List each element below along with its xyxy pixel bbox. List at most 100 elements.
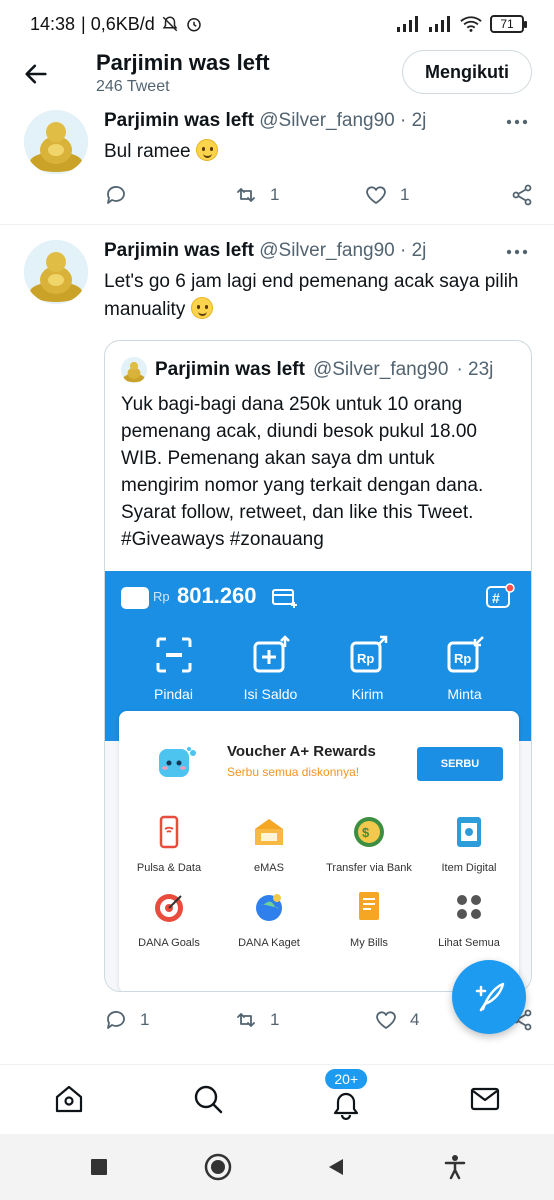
divider xyxy=(0,224,554,225)
topup-menu-item: Isi Saldo xyxy=(231,635,311,702)
notifications-badge: 20+ xyxy=(323,1066,370,1091)
retweet-button[interactable]: 1 xyxy=(234,1008,374,1032)
following-button[interactable]: Mengikuti xyxy=(402,50,532,94)
service-emas: eMAS xyxy=(219,815,319,874)
signal-icon-2 xyxy=(429,16,450,32)
bills-icon xyxy=(359,892,379,920)
heart-icon xyxy=(376,1011,396,1029)
svg-text:#: # xyxy=(492,590,500,606)
alarm-icon xyxy=(187,18,201,32)
nav-search[interactable] xyxy=(178,1069,238,1129)
reply-button[interactable] xyxy=(104,183,234,207)
tweet-text: Bul ramee xyxy=(104,138,534,166)
status-bar: 14:38 | 0,6KB/d 71 xyxy=(0,0,554,48)
author-handle: @Silver_fang90 xyxy=(259,110,395,131)
quoted-author-handle: @Silver_fang90 xyxy=(312,359,449,380)
tweet[interactable]: Parjimin was left @Silver_fang90 · 2j Bu… xyxy=(0,110,554,224)
dana-services-card: Voucher A+ Rewards Serbu semua diskonnya… xyxy=(119,711,519,991)
quoted-tweet-time: · 23j xyxy=(456,359,494,380)
author-handle: @Silver_fang90 xyxy=(259,240,395,261)
smile-emoji-icon xyxy=(190,297,213,319)
header-title-block: Parjimin was left 246 Tweet xyxy=(96,50,270,96)
more-options-icon[interactable] xyxy=(504,112,530,132)
voucher-title: Voucher A+ Rewards xyxy=(227,743,376,760)
share-button[interactable] xyxy=(510,183,534,207)
currency-label: Rp xyxy=(153,589,170,604)
phone-icon xyxy=(159,815,179,849)
reply-icon xyxy=(107,186,125,204)
like-button[interactable]: 1 xyxy=(364,183,494,207)
profile-header: Parjimin was left 246 Tweet Mengikuti xyxy=(0,48,554,104)
compose-feather-icon xyxy=(475,982,505,1012)
nav-messages[interactable] xyxy=(455,1069,515,1129)
tweet-header: Parjimin was left @Silver_fang90 · 2j xyxy=(104,110,534,132)
service-see-all: Lihat Semua xyxy=(419,890,519,949)
nav-home[interactable] xyxy=(39,1069,99,1129)
retweet-button[interactable]: 1 xyxy=(234,183,364,207)
wifi-icon xyxy=(460,16,482,32)
svg-text:Rp: Rp xyxy=(454,651,471,666)
mute-icon xyxy=(162,16,178,32)
dana-logo-icon xyxy=(121,587,149,609)
tweet-image[interactable]: Rp 801.260 # Pindai Isi Saldo Rp Kirim R… xyxy=(105,571,531,991)
gold-icon xyxy=(255,819,283,845)
tweet-header: Parjimin was left @Silver_fang90 · 2j xyxy=(104,240,534,262)
tweet-time: · 2j xyxy=(400,240,427,261)
card-plus-icon xyxy=(272,589,297,608)
avatar[interactable] xyxy=(24,240,88,304)
service-my-bills: My Bills xyxy=(319,890,419,949)
service-transfer-bank: $ Transfer via Bank xyxy=(319,815,419,874)
retweet-icon xyxy=(237,1013,255,1027)
send-money-icon: Rp xyxy=(350,635,387,673)
quoted-tweet-text: Yuk bagi-bagi dana 250k untuk 10 orang p… xyxy=(121,394,484,550)
mail-icon xyxy=(470,1087,499,1110)
like-count: 1 xyxy=(400,185,410,204)
reply-icon xyxy=(107,1011,125,1029)
nav-notifications[interactable]: 20+ xyxy=(316,1066,376,1129)
like-count: 4 xyxy=(410,1010,420,1029)
digital-item-icon xyxy=(457,817,481,847)
bank-transfer-icon: $ xyxy=(354,817,384,847)
tweet-text: Let's go 6 jam lagi end pemenang acak sa… xyxy=(104,271,519,320)
bottom-navigation: 20+ xyxy=(0,1064,554,1132)
author-name[interactable]: Parjimin was left xyxy=(104,110,254,131)
svg-text:Rp: Rp xyxy=(357,651,374,666)
balance-value: 801.260 xyxy=(177,583,257,608)
accessibility-icon xyxy=(444,1155,465,1180)
scan-icon xyxy=(156,637,191,673)
battery-icon: 71 xyxy=(490,15,527,33)
quoted-tweet[interactable]: Parjimin was left @Silver_fang90 · 23j Y… xyxy=(104,340,532,992)
service-dana-kaget: DANA Kaget xyxy=(219,890,319,949)
voucher-mascot-icon xyxy=(159,747,196,777)
recents-button[interactable] xyxy=(84,1152,114,1182)
system-navigation-bar xyxy=(0,1134,554,1200)
compose-tweet-button[interactable] xyxy=(452,960,526,1034)
grid-icon xyxy=(457,895,481,919)
quoted-tweet-header: Parjimin was left @Silver_fang90 · 23j xyxy=(121,357,493,383)
page-title: Parjimin was left xyxy=(96,50,270,75)
scan-menu-item: Pindai xyxy=(134,635,214,702)
request-money-icon: Rp xyxy=(447,636,484,673)
recents-square-icon xyxy=(91,1159,108,1175)
avatar[interactable] xyxy=(24,110,88,174)
home-button[interactable] xyxy=(203,1152,233,1182)
share-icon xyxy=(512,184,532,206)
accessibility-button[interactable] xyxy=(440,1152,470,1182)
tweet-time: · 2j xyxy=(400,110,427,131)
system-back-button[interactable] xyxy=(321,1152,351,1182)
service-dana-goals: DANA Goals xyxy=(119,890,219,949)
bell-icon xyxy=(334,1092,359,1120)
retweet-count: 1 xyxy=(270,1010,280,1029)
back-triangle-icon xyxy=(329,1159,344,1175)
voucher-subtitle: Serbu semua diskonnya! xyxy=(227,765,360,779)
author-name[interactable]: Parjimin was left xyxy=(104,240,254,261)
svg-text:$: $ xyxy=(362,825,370,840)
reply-button[interactable]: 1 xyxy=(104,1008,234,1032)
serbu-button: SERBU xyxy=(417,747,503,781)
back-arrow-icon[interactable] xyxy=(22,60,50,88)
request-menu-item: Rp Minta xyxy=(425,635,505,702)
quoted-avatar xyxy=(121,357,147,383)
topup-icon xyxy=(253,635,290,673)
service-pulsa-data: Pulsa & Data xyxy=(119,815,219,874)
more-options-icon[interactable] xyxy=(504,242,530,262)
